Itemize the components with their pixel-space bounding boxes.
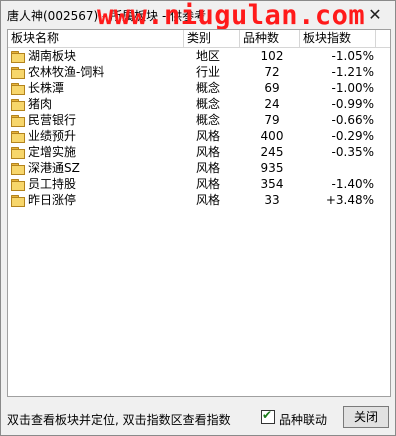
table-row[interactable]: 业绩预升 风格 400 -0.29%	[8, 128, 390, 145]
folder-icon	[11, 195, 25, 207]
link-checkbox-label[interactable]: 品种联动	[279, 411, 327, 428]
sector-index[interactable]: -0.29%	[304, 128, 374, 145]
table-row[interactable]: 民营银行 概念 79 -0.66%	[8, 112, 390, 129]
table-row[interactable]: 深港通SZ 风格 935	[8, 160, 390, 177]
sector-type: 概念	[196, 81, 221, 95]
footer-hint: 双击查看板块并定位, 双击指数区查看指数	[7, 413, 231, 427]
stock-count: 400	[260, 129, 284, 143]
table-row[interactable]: 员工持股 风格 354 -1.40%	[8, 176, 390, 193]
sector-type: 风格	[196, 177, 221, 191]
sector-type: 风格	[196, 145, 221, 159]
sector-name: 定增实施	[28, 145, 77, 159]
stock-count: 935	[260, 161, 284, 175]
stock-count: 33	[264, 193, 280, 207]
checkmark-icon: ✔	[262, 408, 273, 422]
sector-name: 湖南板块	[28, 49, 77, 63]
stock-count: 69	[264, 81, 280, 95]
folder-icon	[11, 179, 25, 191]
folder-icon	[11, 147, 25, 159]
folder-icon	[11, 131, 25, 143]
sector-name: 昨日涨停	[28, 193, 77, 207]
column-header-count[interactable]: 品种数	[240, 30, 300, 47]
sector-name: 业绩预升	[28, 129, 77, 143]
sector-index[interactable]: -0.35%	[304, 144, 374, 161]
sector-type: 行业	[196, 65, 221, 79]
sector-name: 深港通SZ	[28, 161, 80, 175]
column-header-index[interactable]: 板块指数	[300, 30, 376, 47]
sector-type: 概念	[196, 113, 221, 127]
sector-index[interactable]: +3.48%	[304, 192, 374, 209]
sector-type: 概念	[196, 97, 221, 111]
list-header: 板块名称 类别 品种数 板块指数	[8, 30, 390, 48]
sector-name: 民营银行	[28, 113, 77, 127]
sector-name: 猪肉	[28, 97, 53, 111]
folder-icon	[11, 99, 25, 111]
sector-index[interactable]: -1.21%	[304, 64, 374, 81]
sector-type: 风格	[196, 161, 221, 175]
sector-index[interactable]: -1.00%	[304, 80, 374, 97]
sector-name: 长株潭	[28, 81, 65, 95]
sector-type: 风格	[196, 193, 221, 207]
sector-type: 风格	[196, 129, 221, 143]
table-row[interactable]: 定增实施 风格 245 -0.35%	[8, 144, 390, 161]
folder-icon	[11, 115, 25, 127]
folder-icon	[11, 67, 25, 79]
sector-index[interactable]: -1.40%	[304, 176, 374, 193]
sector-index[interactable]: -0.66%	[304, 112, 374, 129]
watermark-logo: www.niugulan.com	[97, 0, 366, 31]
link-checkbox[interactable]: ✔	[261, 408, 275, 424]
close-button[interactable]: 关闭	[343, 406, 389, 428]
stock-count: 72	[264, 65, 280, 79]
stock-count: 245	[260, 145, 284, 159]
folder-icon	[11, 163, 25, 175]
stock-count: 354	[260, 177, 284, 191]
sector-index[interactable]: -1.05%	[304, 48, 374, 65]
dialog-window: 唐人神(002567) - 所属板块 - 供参考 www.niugulan.co…	[0, 0, 396, 436]
table-row[interactable]: 猪肉 概念 24 -0.99%	[8, 96, 390, 113]
table-row[interactable]: 长株潭 概念 69 -1.00%	[8, 80, 390, 97]
column-header-type[interactable]: 类别	[184, 30, 240, 47]
column-header-name[interactable]: 板块名称	[8, 30, 184, 47]
sector-name: 农林牧渔-饲料	[28, 65, 105, 79]
sector-list[interactable]: 板块名称 类别 品种数 板块指数 湖南板块 地区 102 -1.05% 农林牧渔-饲料 行…	[7, 29, 391, 397]
sector-name: 员工持股	[28, 177, 77, 191]
stock-count: 79	[264, 113, 280, 127]
table-row[interactable]: 昨日涨停 风格 33 +3.48%	[8, 192, 390, 209]
folder-icon	[11, 51, 25, 63]
close-icon[interactable]: ✕	[365, 5, 385, 25]
stock-count: 102	[260, 49, 284, 63]
stock-count: 24	[264, 97, 280, 111]
table-row[interactable]: 农林牧渔-饲料 行业 72 -1.21%	[8, 64, 390, 81]
sector-type: 地区	[196, 49, 221, 63]
title-bar[interactable]: 唐人神(002567) - 所属板块 - 供参考 www.niugulan.co…	[1, 0, 395, 31]
folder-icon	[11, 83, 25, 95]
sector-index[interactable]: -0.99%	[304, 96, 374, 113]
table-row[interactable]: 湖南板块 地区 102 -1.05%	[8, 48, 390, 65]
